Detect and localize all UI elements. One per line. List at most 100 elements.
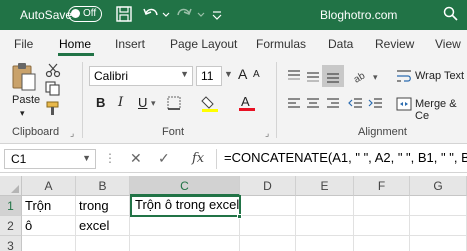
cell-b2[interactable]: excel xyxy=(76,216,130,236)
orientation-icon[interactable]: ab xyxy=(352,66,372,84)
redo-dropdown-icon[interactable] xyxy=(196,5,206,23)
group-divider xyxy=(82,62,83,138)
cell-c3[interactable] xyxy=(130,236,240,251)
font-launcher-icon[interactable]: ⌟ xyxy=(265,128,269,139)
cell-g3[interactable] xyxy=(410,236,467,251)
autosave-label: AutoSave xyxy=(20,8,73,22)
fill-handle[interactable] xyxy=(237,214,242,219)
worksheet-grid: A B C D E F G 1 2 3 Trộn trong Trộn ô tr… xyxy=(0,176,467,251)
formula-input[interactable]: =CONCATENATE(A1, " ", A2, " ", B1, " ", … xyxy=(224,150,467,165)
orientation-dropdown-icon[interactable]: ▾ xyxy=(373,72,378,83)
font-name-value: Calibri xyxy=(94,69,129,83)
tab-review[interactable]: Review xyxy=(375,37,414,51)
cell-c1[interactable]: Trộn ô trong excel xyxy=(130,195,241,217)
alignment-group-label: Alignment xyxy=(358,126,407,138)
cell-a1[interactable]: Trộn xyxy=(22,196,76,216)
insert-function-icon[interactable]: fx xyxy=(192,151,204,166)
row-header-2[interactable]: 2 xyxy=(0,216,22,236)
underline-button[interactable]: U xyxy=(138,95,147,110)
align-right-icon[interactable] xyxy=(325,96,341,112)
tab-data[interactable]: Data xyxy=(328,37,353,51)
cut-icon[interactable] xyxy=(44,62,62,78)
column-header-a[interactable]: A xyxy=(22,176,76,196)
tab-home[interactable]: Home xyxy=(59,37,91,51)
font-size-combo[interactable]: 11 xyxy=(196,66,222,86)
row-header-1[interactable]: 1 xyxy=(0,196,22,216)
column-header-c[interactable]: C xyxy=(130,176,240,196)
customize-toolbar-icon[interactable] xyxy=(210,5,224,23)
row-header-3[interactable]: 3 xyxy=(0,236,22,251)
enter-icon[interactable]: ✓ xyxy=(158,150,170,167)
redo-icon[interactable] xyxy=(175,5,193,23)
formula-bar: C1 ▼ ⋮ ✕ ✓ fx =CONCATENATE(A1, " ", A2, … xyxy=(0,145,467,173)
align-center-icon[interactable] xyxy=(305,96,321,112)
tab-file[interactable]: File xyxy=(14,37,33,51)
cell-d2[interactable] xyxy=(240,216,296,236)
cell-b3[interactable] xyxy=(76,236,130,251)
bottom-align-icon xyxy=(327,73,339,83)
align-left-icon[interactable] xyxy=(286,96,302,112)
font-name-combo[interactable]: Calibri ▼ xyxy=(89,66,193,86)
merge-center-icon[interactable] xyxy=(396,96,412,112)
tab-insert[interactable]: Insert xyxy=(115,37,145,51)
column-header-g[interactable]: G xyxy=(410,176,467,196)
paste-label[interactable]: Paste xyxy=(12,94,40,106)
bottom-align-button[interactable] xyxy=(322,65,344,87)
font-color-icon[interactable]: A xyxy=(238,94,256,112)
cell-b1[interactable]: trong xyxy=(76,196,130,216)
save-icon[interactable] xyxy=(115,5,133,23)
fill-color-icon[interactable] xyxy=(201,94,221,112)
column-header-d[interactable]: D xyxy=(240,176,296,196)
copy-icon[interactable] xyxy=(44,80,62,96)
clipboard-launcher-icon[interactable]: ⌟ xyxy=(70,128,74,139)
underline-dropdown-icon[interactable]: ▾ xyxy=(151,98,156,109)
font-size-chevron-icon[interactable]: ▼ xyxy=(224,69,233,79)
wrap-text-icon[interactable] xyxy=(396,68,412,84)
chevron-down-icon: ▼ xyxy=(82,153,91,163)
autosave-toggle[interactable]: Off xyxy=(68,6,102,22)
cell-a2[interactable]: ô xyxy=(22,216,76,236)
cell-f1[interactable] xyxy=(354,196,410,216)
cancel-icon[interactable]: ✕ xyxy=(130,150,142,167)
cell-c2[interactable] xyxy=(130,216,240,236)
paste-icon[interactable] xyxy=(10,62,38,92)
wrap-text-button[interactable]: Wrap Text xyxy=(415,70,464,82)
select-all-icon xyxy=(11,185,19,193)
name-box[interactable]: C1 ▼ xyxy=(4,149,96,169)
paste-dropdown-icon[interactable]: ▾ xyxy=(20,108,25,119)
merge-center-button[interactable]: Merge & Ce xyxy=(415,98,467,122)
cell-e3[interactable] xyxy=(296,236,354,251)
increase-font-icon[interactable]: A xyxy=(238,66,247,82)
decrease-font-icon[interactable]: A xyxy=(253,69,260,80)
column-header-b[interactable]: B xyxy=(76,176,130,196)
select-all-button[interactable] xyxy=(0,176,22,196)
format-painter-icon[interactable] xyxy=(44,100,62,116)
tab-view[interactable]: View xyxy=(435,37,461,51)
cell-d3[interactable] xyxy=(240,236,296,251)
column-header-f[interactable]: F xyxy=(354,176,410,196)
tab-formulas[interactable]: Formulas xyxy=(256,37,306,51)
middle-align-icon[interactable] xyxy=(305,68,321,84)
cell-e2[interactable] xyxy=(296,216,354,236)
more-icon[interactable]: ⋮ xyxy=(104,151,116,165)
cell-g1[interactable] xyxy=(410,196,467,216)
borders-icon[interactable] xyxy=(166,95,184,111)
cell-g2[interactable] xyxy=(410,216,467,236)
decrease-indent-icon[interactable] xyxy=(348,96,364,112)
bold-button[interactable]: B xyxy=(96,95,105,110)
cell-e1[interactable] xyxy=(296,196,354,216)
cell-f2[interactable] xyxy=(354,216,410,236)
tab-page-layout[interactable]: Page Layout xyxy=(170,37,237,51)
search-icon[interactable] xyxy=(442,5,460,23)
cell-a3[interactable] xyxy=(22,236,76,251)
cell-f3[interactable] xyxy=(354,236,410,251)
undo-icon[interactable] xyxy=(142,5,160,23)
increase-indent-icon[interactable] xyxy=(368,96,384,112)
undo-dropdown-icon[interactable] xyxy=(161,5,171,23)
formula-divider xyxy=(216,149,217,169)
autosave-state: Off xyxy=(83,8,97,19)
top-align-icon[interactable] xyxy=(286,68,302,84)
cell-d1[interactable] xyxy=(241,196,296,216)
italic-button[interactable]: I xyxy=(118,95,123,110)
column-header-e[interactable]: E xyxy=(296,176,354,196)
